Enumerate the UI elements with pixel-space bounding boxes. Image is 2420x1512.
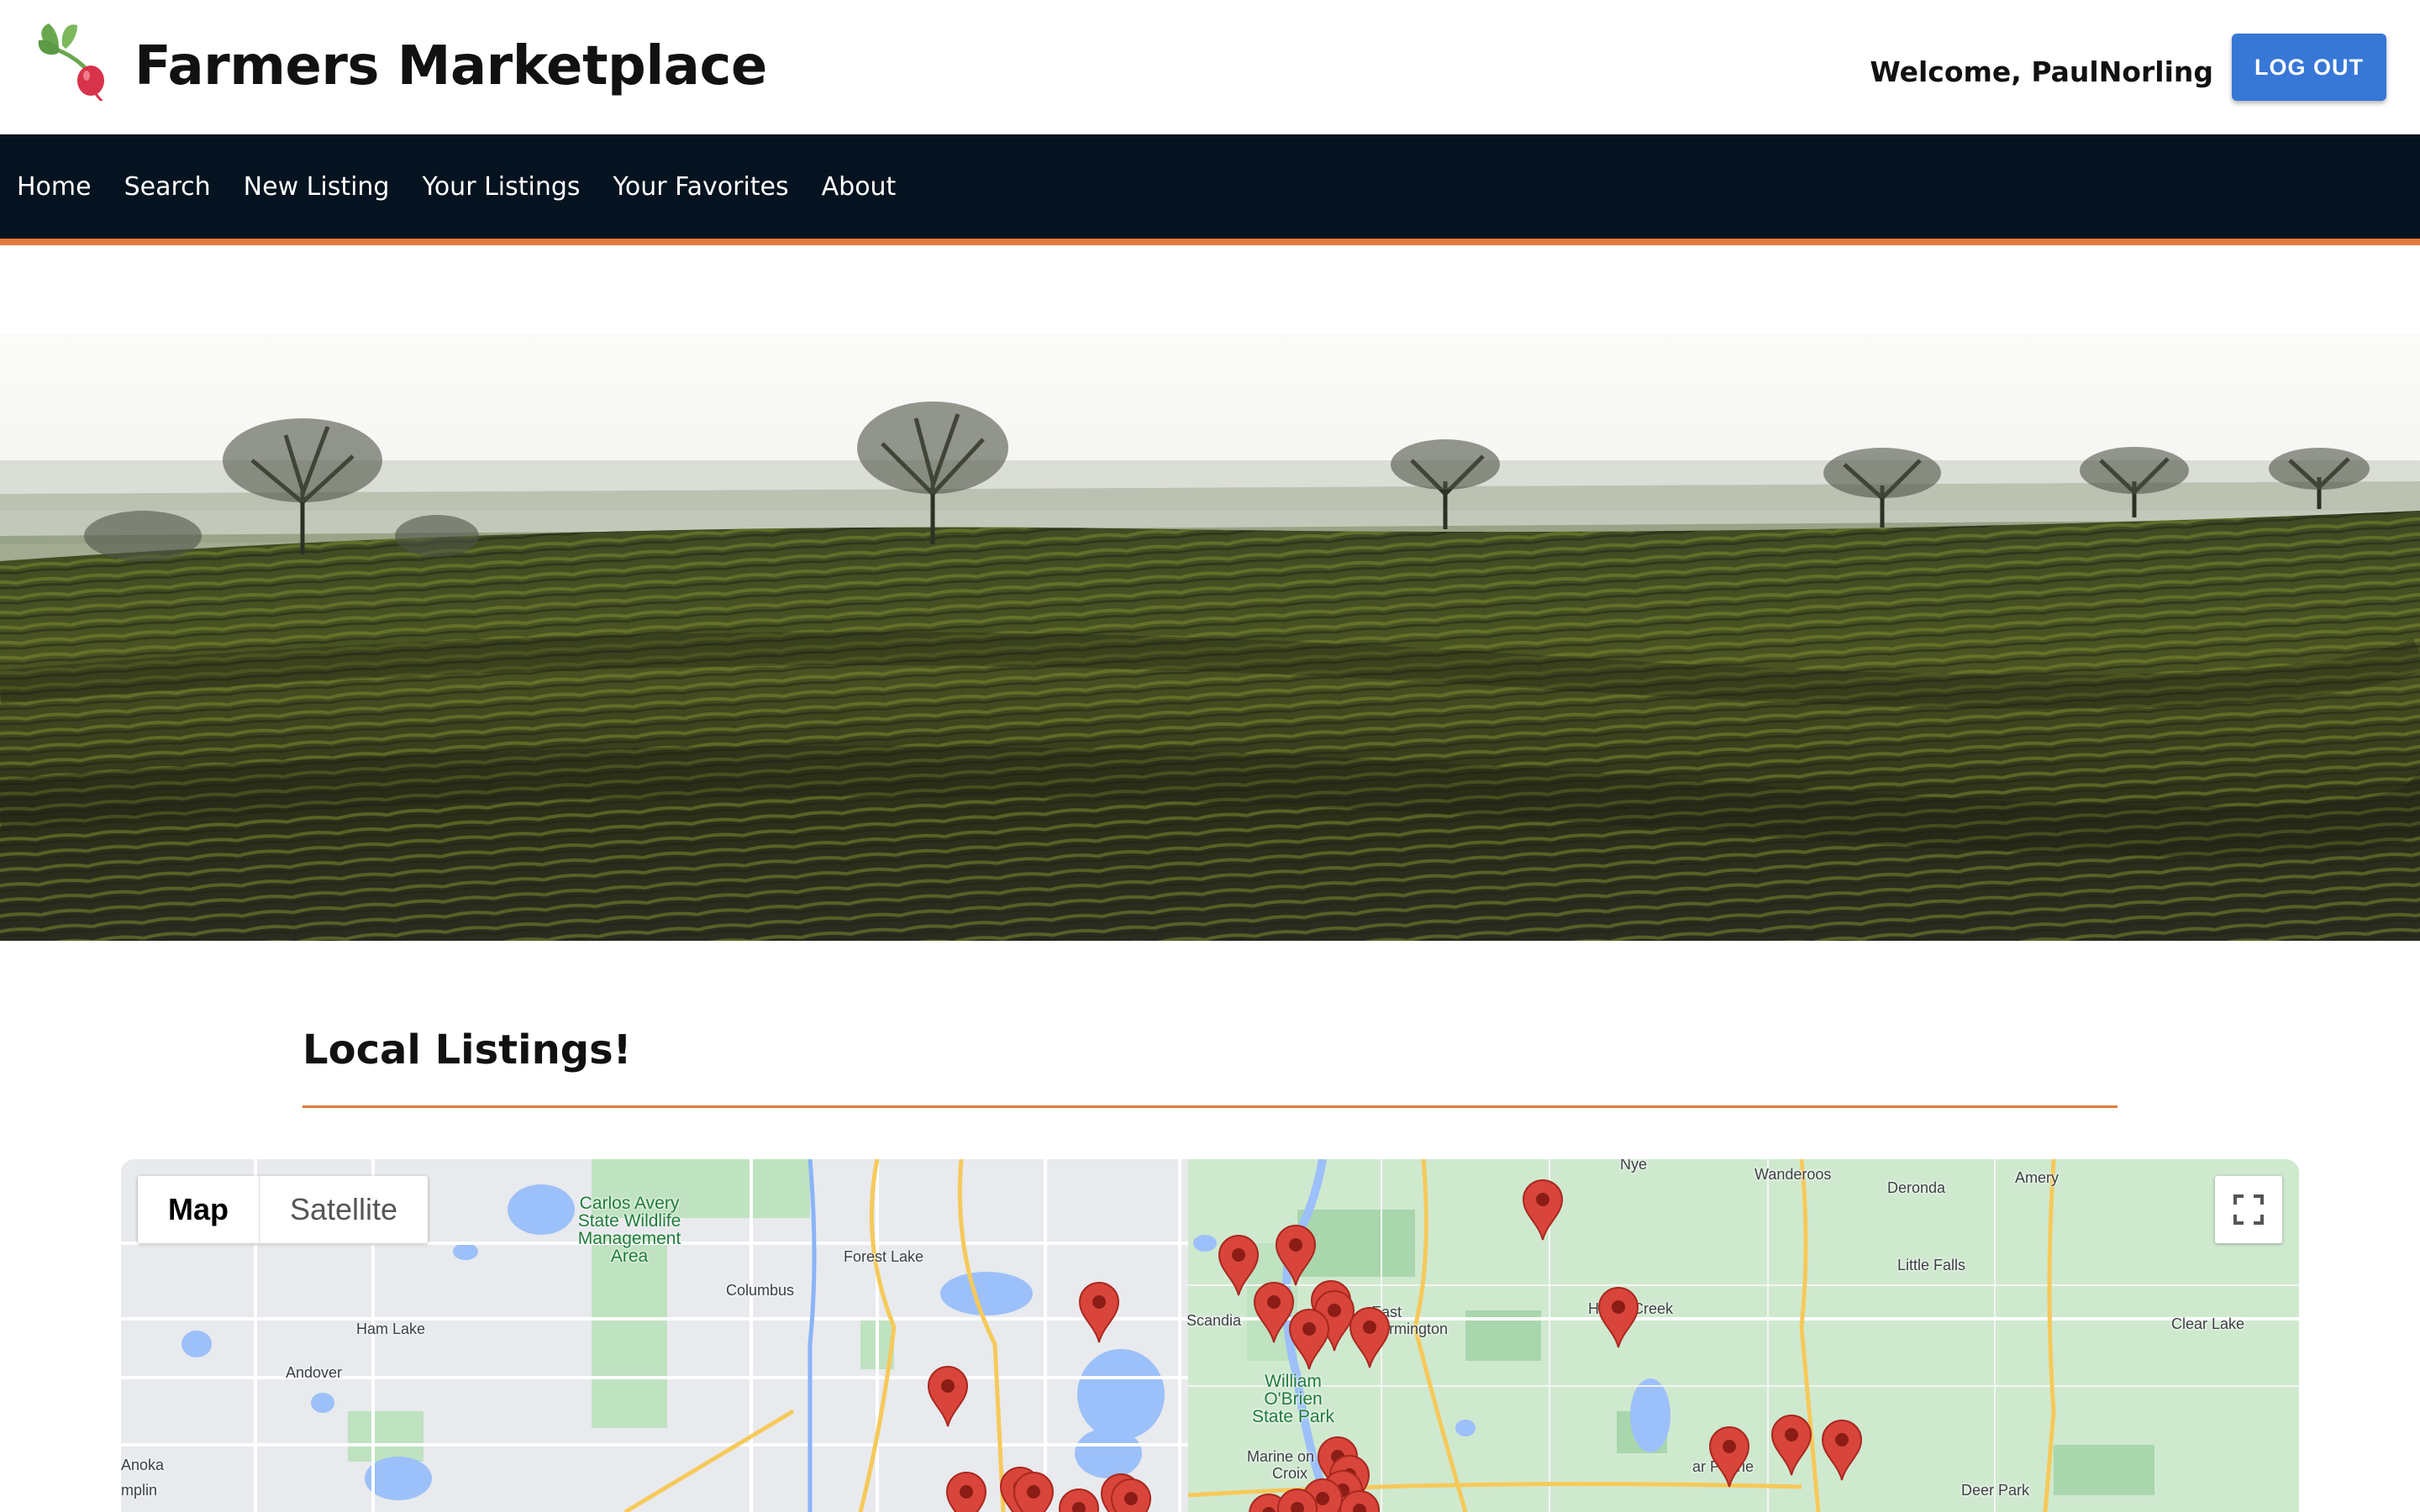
map-marker-pin[interactable] (1707, 1425, 1752, 1488)
map-marker-pin[interactable] (925, 1364, 971, 1428)
welcome-message: Welcome, PaulNorling (1870, 55, 2213, 88)
map-marker-pin[interactable] (1076, 1280, 1122, 1344)
map-label-scandia: Scandia (1186, 1312, 1242, 1329)
logout-button[interactable]: LOG OUT (2232, 34, 2386, 101)
map-marker-pin[interactable] (1347, 1305, 1392, 1369)
section-divider (302, 1105, 2118, 1108)
map-marker-pin[interactable] (1520, 1178, 1565, 1242)
nav-new-listing[interactable]: New Listing (244, 172, 390, 202)
nav-home[interactable]: Home (17, 172, 92, 202)
map-label-deer-park: Deer Park (1961, 1482, 2030, 1499)
map-label-forest-lake: Forest Lake (844, 1248, 924, 1265)
hero-farm-field-image (0, 334, 2420, 941)
map-label-carlos-avery: Carlos Avery State Wildlife Management A… (577, 1194, 681, 1266)
map-marker-pin[interactable] (1596, 1285, 1641, 1349)
site-title: Farmers Marketplace (134, 35, 767, 97)
listings-map[interactable]: Map Satellite Carlos Avery State Wildlif… (121, 1159, 2299, 1512)
map-marker-pin[interactable] (1273, 1223, 1318, 1287)
nav-your-favorites[interactable]: Your Favorites (613, 172, 789, 202)
map-marker-pin[interactable] (1011, 1470, 1056, 1512)
map-label-andover: Andover (286, 1364, 343, 1381)
map-marker-pin[interactable] (1056, 1487, 1102, 1512)
nav-search[interactable]: Search (124, 172, 211, 202)
nav-your-listings[interactable]: Your Listings (422, 172, 580, 202)
header: Farmers Marketplace Welcome, PaulNorling… (0, 0, 2420, 134)
map-type-control: Map Satellite (138, 1176, 429, 1243)
local-listings-heading: Local Listings! (302, 1026, 632, 1074)
map-label-deronda: Deronda (1887, 1179, 1946, 1196)
map-label-ham-lake: Ham Lake (356, 1320, 426, 1337)
map-type-map-button[interactable]: Map (138, 1176, 260, 1243)
map-label-nye: Nye (1620, 1159, 1648, 1173)
radish-logo-icon[interactable] (34, 17, 111, 105)
map-label-wanderoos: Wanderoos (1754, 1166, 1832, 1183)
map-type-satellite-button[interactable]: Satellite (260, 1176, 428, 1243)
map-marker-pin[interactable] (1769, 1413, 1814, 1477)
map-marker-pin[interactable] (1286, 1307, 1332, 1371)
map-marker-pin[interactable] (1337, 1488, 1382, 1512)
map-marker-pin[interactable] (1275, 1487, 1320, 1512)
map-marker-pin[interactable] (944, 1470, 989, 1512)
map-marker-pin[interactable] (1819, 1418, 1865, 1482)
map-label-amery: Amery (2015, 1169, 2060, 1186)
main-navigation: Home Search New Listing Your Listings Yo… (0, 134, 2420, 245)
map-label-champlin: mplin (121, 1482, 158, 1499)
map-label-clear-lake: Clear Lake (2171, 1315, 2245, 1332)
map-marker-pin[interactable] (1108, 1477, 1154, 1512)
map-label-william-obrien: William O'Brien State Park (1251, 1372, 1335, 1426)
map-label-little-falls: Little Falls (1897, 1257, 1966, 1273)
map-label-columbus: Columbus (726, 1282, 795, 1299)
map-label-anoka: Anoka (121, 1457, 165, 1473)
fullscreen-icon (2233, 1194, 2264, 1225)
nav-about[interactable]: About (822, 172, 897, 202)
fullscreen-button[interactable] (2215, 1176, 2282, 1243)
